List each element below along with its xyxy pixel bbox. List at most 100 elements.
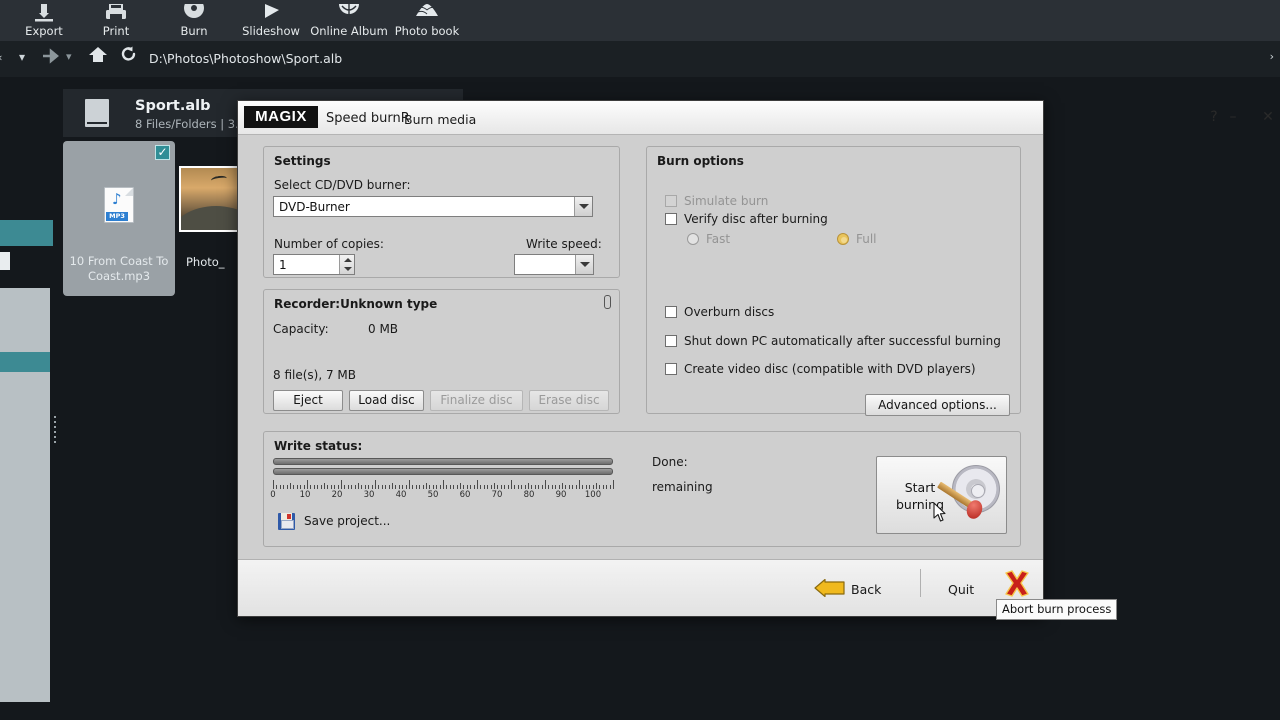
eject-button[interactable]: Eject [273, 390, 343, 411]
toolbar-item-photo-book[interactable]: Photo book [383, 0, 471, 41]
checkbox-box[interactable] [665, 213, 677, 225]
album-subtitle: 8 Files/Folders | 3.8 [135, 117, 247, 131]
sidebar-accent-top[interactable] [0, 220, 53, 246]
ruler-tick-label: 20 [331, 490, 343, 500]
minimize-button[interactable]: – [1220, 106, 1246, 130]
ruler-tick-label: 0 [270, 490, 276, 500]
checkbox-label: Overburn discs [684, 305, 775, 319]
ruler-tick-label: 70 [491, 490, 503, 500]
photo-bird [210, 174, 228, 185]
export-icon [29, 4, 59, 24]
sidebar-panel [0, 288, 50, 702]
album-book-icon [85, 99, 109, 127]
mouse-cursor [933, 502, 947, 522]
burn-options-group: Burn options Simulate burn Verify disc a… [646, 146, 1021, 416]
list-item-label: Photo_ [186, 255, 225, 269]
recorder-group: Recorder:Unknown type Capacity: 0 MB 8 f… [263, 289, 620, 414]
ruler-tick-label: 40 [395, 490, 407, 500]
burner-label: Select CD/DVD burner: [274, 178, 411, 192]
refresh-icon[interactable] [120, 46, 138, 67]
home-icon[interactable] [88, 46, 108, 67]
erase-disc-button: Erase disc [529, 390, 609, 411]
album-title: Sport.alb [135, 98, 211, 114]
stepper-arrows-icon[interactable] [339, 255, 354, 274]
pin-icon[interactable] [604, 295, 611, 309]
dialog-page-title: Burn media [404, 112, 477, 127]
radio-label: Full [856, 232, 877, 246]
radio-circle[interactable] [837, 233, 849, 245]
progress-ruler [273, 480, 614, 489]
list-item[interactable] [179, 166, 241, 232]
files-info: 8 file(s), 7 MB [273, 368, 357, 382]
back-chevron-icon[interactable]: ‹ [0, 51, 2, 64]
speed-label: Write speed: [526, 237, 602, 251]
dialog-titlebar[interactable]: MAGIX Speed burnR Burn media ? – ✕ [238, 101, 1274, 135]
forward-arrow-icon[interactable] [41, 47, 61, 68]
burn-disc-icon [179, 0, 209, 24]
toolbar-label: Online Album [310, 24, 388, 38]
checkbox-box[interactable] [665, 306, 677, 318]
floppy-disk-icon[interactable] [278, 513, 295, 530]
load-disc-button[interactable]: Load disc [349, 390, 424, 411]
list-item-label: 10 From Coast To Coast.mp3 [69, 254, 169, 283]
checkbox-box[interactable] [665, 363, 677, 375]
play-icon [256, 4, 286, 24]
remaining-label: remaining [652, 480, 713, 494]
ruler-tick-label: 100 [584, 490, 602, 500]
footer-divider [920, 569, 921, 597]
music-note-icon: ♪ [112, 190, 122, 208]
mp3-badge: MP3 [106, 212, 128, 221]
screen: Export Print Burn Slideshow Online Album [0, 0, 1280, 720]
burner-value: DVD-Burner [279, 200, 350, 214]
toolbar-label: Export [25, 24, 63, 38]
settings-group: Settings Select CD/DVD burner: DVD-Burne… [263, 146, 620, 278]
copies-stepper[interactable]: 1 [273, 254, 355, 275]
start-burning-button[interactable]: Start burning [876, 456, 1007, 534]
checkbox-box [665, 195, 677, 207]
checkbox-label: Shut down PC automatically after success… [684, 334, 1001, 348]
checkmark-icon[interactable]: ✓ [155, 145, 170, 160]
back-button-label[interactable]: Back [851, 582, 881, 597]
chevron-down-icon[interactable]: ▾ [19, 50, 25, 64]
navbar-overflow-icon[interactable]: › [1270, 50, 1274, 63]
toolbar-label: Photo book [394, 24, 460, 38]
dialog-app-name: Speed burnR [326, 111, 410, 126]
ruler-labels: 0 10 20 30 40 50 60 70 80 90 100 [270, 490, 613, 501]
capacity-label: Capacity: [273, 322, 329, 336]
checkbox-label: Simulate burn [684, 194, 769, 208]
app-toolbar: Export Print Burn Slideshow Online Album [0, 0, 1280, 41]
photo-wave [181, 206, 239, 230]
advanced-options-button[interactable]: Advanced options... [865, 394, 1010, 416]
checkbox-box[interactable] [665, 335, 677, 347]
burn-media-dialog: MAGIX Speed burnR Burn media ? – ✕ Setti… [237, 100, 1274, 620]
chevron-down-icon-2[interactable]: ▾ [66, 50, 72, 63]
toolbar-item-burn[interactable]: Burn [150, 0, 238, 41]
sidebar-selected-row[interactable] [0, 352, 50, 372]
book-icon [412, 4, 442, 24]
list-item[interactable]: ✓ ♪ MP3 10 From Coast To Coast.mp3 [63, 141, 175, 296]
finalize-disc-button: Finalize disc [430, 390, 523, 411]
ruler-tick-label: 50 [427, 490, 439, 500]
burn-options-title: Burn options [657, 154, 744, 168]
done-label: Done: [652, 455, 688, 469]
chevron-down-icon[interactable] [574, 197, 592, 216]
ruler-tick-label: 30 [363, 490, 375, 500]
toolbar-label: Print [102, 24, 130, 38]
quit-button-label[interactable]: Quit [948, 582, 974, 597]
breadcrumb-path[interactable]: D:\Photos\Photoshow\Sport.alb [149, 51, 342, 66]
panel-resize-grip[interactable] [54, 416, 57, 446]
chevron-down-icon[interactable] [575, 255, 593, 274]
burner-select[interactable]: DVD-Burner [273, 196, 593, 217]
checkbox-label: Create video disc (compatible with DVD p… [684, 362, 976, 376]
write-speed-select[interactable] [514, 254, 594, 275]
toolbar-item-online-album[interactable]: Online Album [305, 0, 393, 41]
sidebar-icon[interactable] [0, 252, 10, 270]
toolbar-item-print[interactable]: Print [72, 0, 160, 41]
close-button[interactable]: ✕ [1255, 106, 1280, 130]
copies-label: Number of copies: [274, 237, 384, 251]
capacity-value: 0 MB [368, 322, 399, 336]
left-arrow-icon[interactable] [814, 578, 846, 601]
toolbar-item-slideshow[interactable]: Slideshow [227, 0, 315, 41]
radio-circle[interactable] [687, 233, 699, 245]
save-project-link[interactable]: Save project... [304, 514, 390, 528]
